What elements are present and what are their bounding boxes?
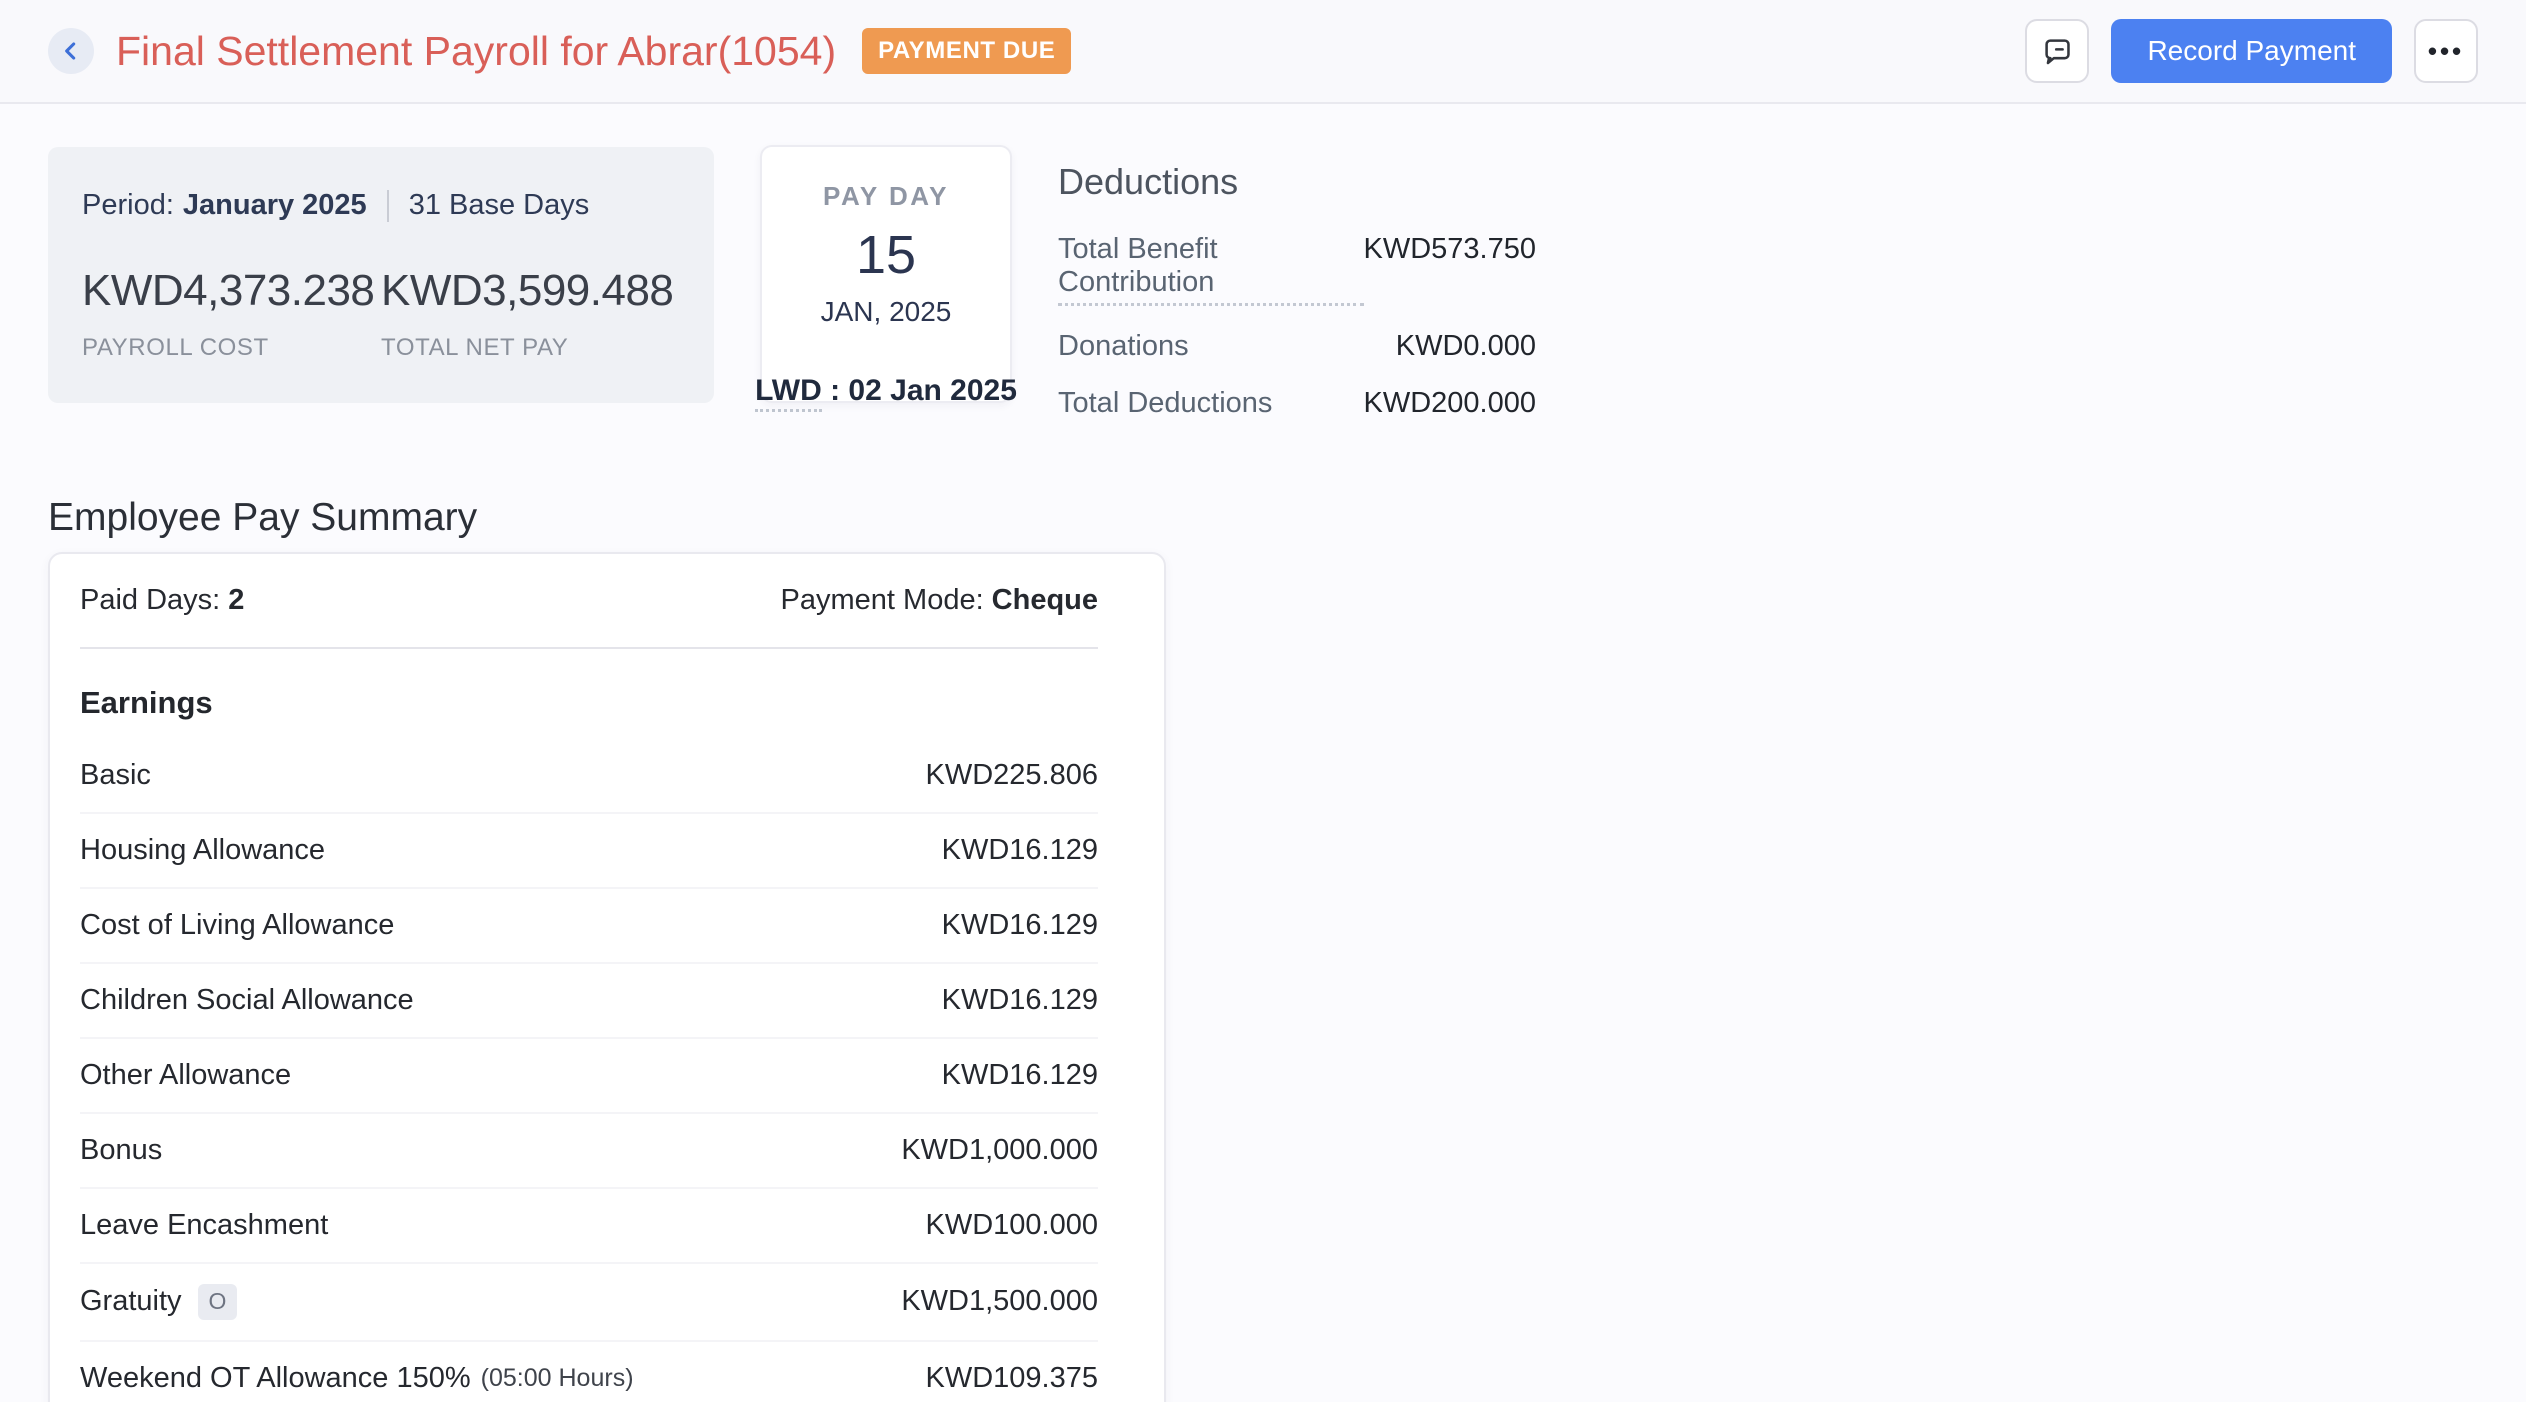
earnings-list: Basic KWD225.806 Housing Allowance KWD16… [80,739,1098,1402]
deduction-row: Total Deductions KWD200.000 [1058,387,1536,420]
period-line: Period: January 2025 31 Base Days [82,189,680,222]
earning-value: KWD109.375 [926,1362,1099,1395]
earning-label-group: Weekend OT Allowance 150% (05:00 Hours) [80,1362,634,1395]
paid-days-value: 2 [228,584,244,616]
header-actions: Record Payment ••• [2025,19,2478,83]
earning-row: Gratuity O KWD1,500.000 [80,1264,1098,1342]
period-card: Period: January 2025 31 Base Days KWD4,3… [48,147,714,403]
back-button[interactable] [48,28,94,74]
deductions-title: Deductions [1058,161,1536,203]
payroll-stats: KWD4,373.238 PAYROLL COST KWD3,599.488 T… [82,266,680,362]
earning-label-group: Gratuity O [80,1284,237,1320]
earning-label: Weekend OT Allowance 150% [80,1362,471,1395]
earning-value: KWD16.129 [942,834,1098,867]
earning-label: Leave Encashment [80,1209,328,1242]
deduction-row: Donations KWD0.000 [1058,330,1536,363]
earning-label: Gratuity [80,1285,182,1318]
deduction-label: Donations [1058,330,1189,363]
lwd-value: : 02 Jan 2025 [830,374,1017,407]
deduction-value: KWD0.000 [1396,330,1536,363]
paid-days-label: Paid Days: [80,584,220,616]
earning-label-group: Children Social Allowance [80,984,414,1017]
earning-label-group: Leave Encashment [80,1209,328,1242]
payday-card: PAY DAY 15 JAN, 2025 LWD : 02 Jan 2025 [760,145,1012,403]
earning-row: Bonus KWD1,000.000 [80,1114,1098,1189]
section-title: Employee Pay Summary [48,496,2478,540]
earning-row: Leave Encashment KWD100.000 [80,1189,1098,1264]
payday-label: PAY DAY [823,181,949,212]
paid-days: Paid Days:2 [80,584,244,617]
earning-row: Cost of Living Allowance KWD16.129 [80,889,1098,964]
period-label: Period: [82,189,174,222]
chevron-left-icon [58,38,84,64]
deduction-value: KWD200.000 [1364,387,1537,420]
payment-mode-value: Cheque [992,584,1098,616]
pay-summary-meta: Paid Days:2 Payment Mode:Cheque [80,584,1098,617]
earning-value: KWD16.129 [942,909,1098,942]
one-time-badge: O [198,1284,238,1320]
stat-value: KWD4,373.238 [82,266,381,316]
employee-pay-summary-section: Employee Pay Summary Paid Days:2 Payment… [0,496,2526,1402]
deductions-panel: Deductions Total Benefit Contribution KW… [1058,147,1536,444]
earning-value: KWD100.000 [926,1209,1099,1242]
comment-bubble-icon [2041,35,2073,67]
earning-value: KWD225.806 [926,759,1099,792]
earning-label-group: Other Allowance [80,1059,291,1092]
payday-day: 15 [856,224,916,286]
earning-label: Housing Allowance [80,834,325,867]
more-options-button[interactable]: ••• [2414,19,2478,83]
earning-label: Other Allowance [80,1059,291,1092]
record-payment-button[interactable]: Record Payment [2111,19,2392,83]
earning-value: KWD1,000.000 [901,1134,1098,1167]
stat-block: KWD3,599.488 TOTAL NET PAY [381,266,680,362]
earning-label: Bonus [80,1134,162,1167]
earning-label: Cost of Living Allowance [80,909,394,942]
overview-section: Period: January 2025 31 Base Days KWD4,3… [0,104,2526,444]
payment-mode: Payment Mode:Cheque [781,584,1098,617]
comments-button[interactable] [2025,19,2089,83]
earning-row: Housing Allowance KWD16.129 [80,814,1098,889]
payday-month-year: JAN, 2025 [821,296,952,328]
earning-label-group: Bonus [80,1134,162,1167]
page-header: Final Settlement Payroll for Abrar(1054)… [0,0,2526,104]
deduction-value: KWD573.750 [1364,233,1537,266]
earning-row: Weekend OT Allowance 150% (05:00 Hours) … [80,1342,1098,1402]
earning-label-group: Cost of Living Allowance [80,909,394,942]
payment-mode-label: Payment Mode: [781,584,984,616]
deduction-label: Total Deductions [1058,387,1272,420]
earnings-title: Earnings [80,685,1098,721]
pay-summary-card: Paid Days:2 Payment Mode:Cheque Earnings… [48,552,1166,1402]
earning-label: Children Social Allowance [80,984,414,1017]
stat-block: KWD4,373.238 PAYROLL COST [82,266,381,362]
ellipsis-icon: ••• [2428,38,2464,64]
stat-value: KWD3,599.488 [381,266,680,316]
earning-note: (05:00 Hours) [481,1364,634,1393]
earning-label-group: Housing Allowance [80,834,325,867]
period-value: January 2025 [183,189,367,222]
stat-label: TOTAL NET PAY [381,334,680,362]
earning-row: Children Social Allowance KWD16.129 [80,964,1098,1039]
lwd-label[interactable]: LWD [755,374,822,412]
status-badge: PAYMENT DUE [862,28,1071,74]
vertical-divider [387,190,389,222]
last-working-day: LWD : 02 Jan 2025 [755,374,1017,408]
earning-row: Basic KWD225.806 [80,739,1098,814]
earning-value: KWD16.129 [942,1059,1098,1092]
stat-label: PAYROLL COST [82,334,381,362]
earning-label: Basic [80,759,151,792]
earning-value: KWD1,500.000 [901,1285,1098,1318]
base-days: 31 Base Days [409,189,590,222]
deductions-rows: Total Benefit Contribution KWD573.750 Do… [1058,233,1536,420]
earning-label-group: Basic [80,759,151,792]
earning-row: Other Allowance KWD16.129 [80,1039,1098,1114]
divider [80,647,1098,649]
deduction-row: Total Benefit Contribution KWD573.750 [1058,233,1536,306]
deduction-label[interactable]: Total Benefit Contribution [1058,233,1364,306]
earning-value: KWD16.129 [942,984,1098,1017]
page-title: Final Settlement Payroll for Abrar(1054) [116,28,836,75]
